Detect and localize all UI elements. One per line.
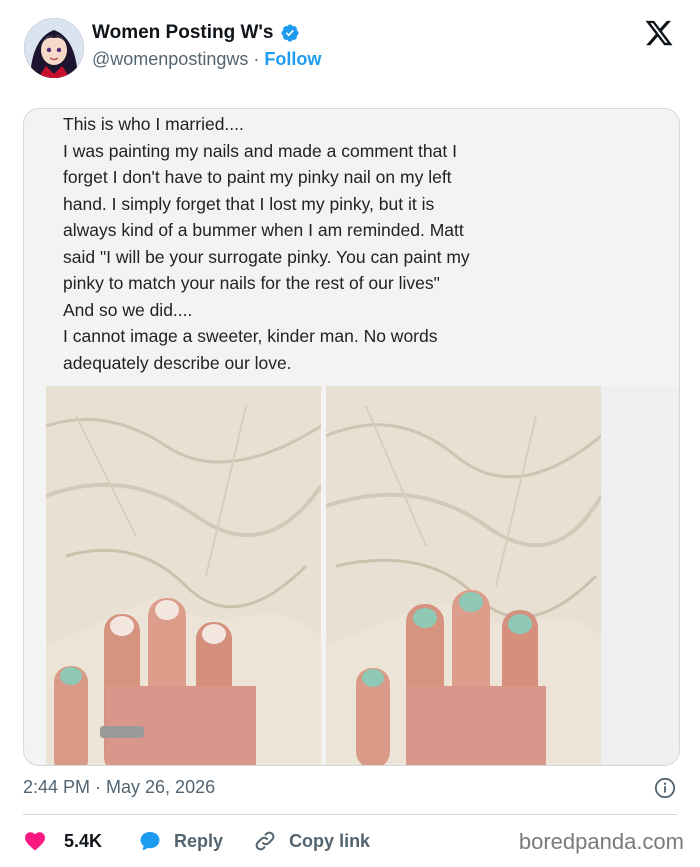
handle[interactable]: @womenpostingws: [92, 49, 248, 69]
like-count: 5.4K: [64, 830, 103, 851]
image-margin: [601, 386, 679, 765]
reply-label: Reply: [174, 830, 224, 851]
tweet-header: Women Posting W's @womenpostingws · Foll…: [24, 16, 676, 80]
caption-line: hand. I simply forget that I lost my pin…: [63, 193, 435, 214]
reply-bubble-icon: [140, 832, 160, 851]
reply-button[interactable]: Reply: [138, 829, 223, 853]
caption-line: I was painting my nails and made a comme…: [63, 140, 457, 161]
x-logo-icon[interactable]: [644, 18, 674, 48]
caption-line: always kind of a bummer when I am remind…: [63, 220, 464, 240]
caption-line: This is who I married....: [63, 114, 244, 134]
avatar[interactable]: [24, 18, 84, 78]
verified-badge-icon: [280, 24, 299, 42]
post-timestamp[interactable]: 2:44 PM · May 26, 2026: [23, 777, 215, 798]
copy-link-button[interactable]: Copy link: [253, 829, 370, 853]
info-icon[interactable]: [654, 777, 676, 799]
caption-line: I cannot image a sweeter, kinder man. No…: [63, 326, 438, 346]
hand-photo-right: [326, 386, 601, 765]
caption-line: adequately describe our love.: [63, 352, 292, 373]
handle-row: @womenpostingws · Follow: [92, 49, 321, 70]
divider: [23, 814, 677, 815]
caption-line: pinky to match your nails for the rest o…: [63, 273, 440, 293]
separator: ·: [253, 49, 260, 69]
caption-line: forget I don't have to paint my pinky na…: [63, 167, 452, 187]
caption-line: said "I will be your surrogate pinky. Yo…: [63, 246, 470, 267]
copy-link-label: Copy link: [289, 830, 371, 851]
image-caption: This is who I married.... I was painting…: [63, 111, 623, 376]
caption-line: And so we did....: [63, 299, 193, 320]
watermark: boredpanda.com: [518, 829, 684, 854]
hand-photo-left: [46, 386, 321, 765]
link-icon: [255, 831, 275, 851]
like-button[interactable]: 5.4K: [23, 829, 102, 853]
follow-button[interactable]: Follow: [264, 49, 321, 69]
display-name[interactable]: Women Posting W's: [92, 22, 274, 44]
heart-icon: [25, 832, 45, 851]
action-bar: 5.4K Reply Copy link: [23, 826, 370, 856]
post-image[interactable]: This is who I married.... I was painting…: [23, 108, 680, 766]
